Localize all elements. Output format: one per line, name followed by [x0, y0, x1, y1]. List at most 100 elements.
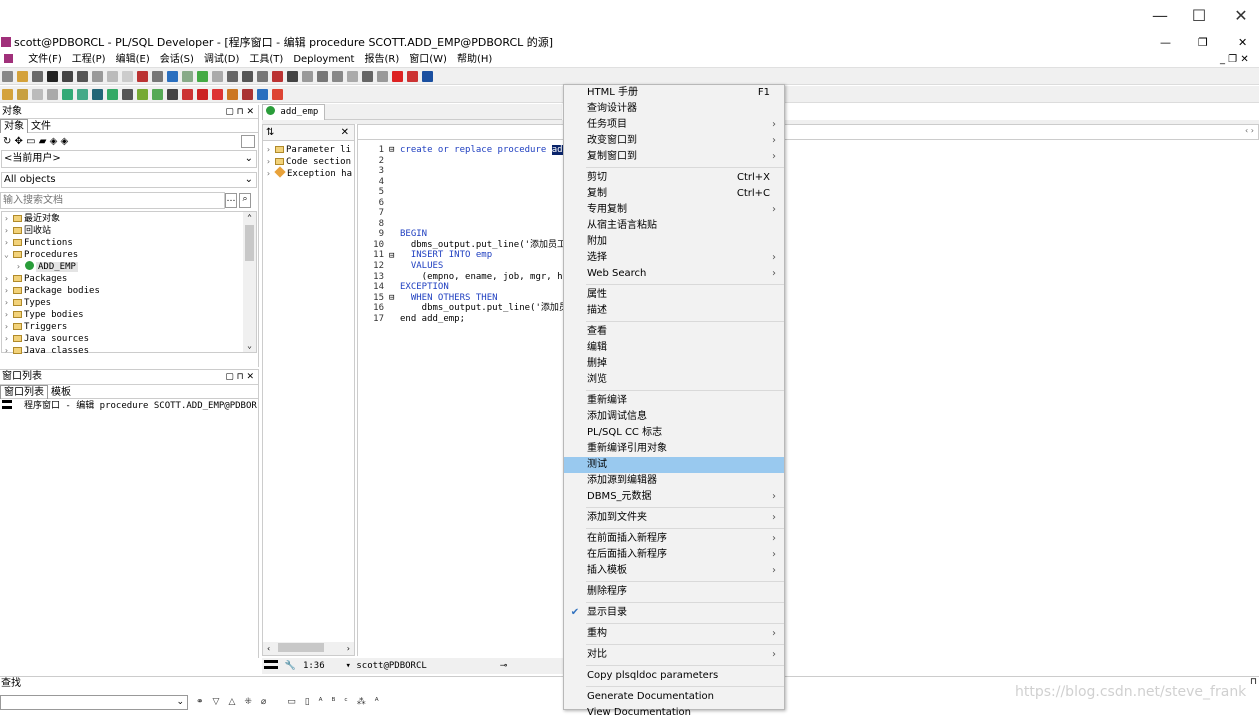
outline-item[interactable]: › Exception ha — [263, 166, 354, 180]
tree-item[interactable]: › ADD_EMP — [2, 261, 256, 273]
toolbar-button-icon[interactable] — [272, 71, 283, 82]
scrollbar-thumb[interactable] — [245, 225, 254, 261]
toolbar-button-icon[interactable] — [77, 89, 88, 100]
chevron-right-icon[interactable]: › — [266, 144, 274, 156]
toolbar-button-icon[interactable] — [167, 71, 178, 82]
tab-templates[interactable]: 模板 — [48, 386, 74, 399]
chevron-right-icon[interactable]: › — [4, 321, 12, 333]
toolbar-button-icon[interactable] — [17, 71, 28, 82]
context-menu-item[interactable]: 查看 — [564, 324, 784, 340]
context-menu-item[interactable]: ✔ 显示目录 — [564, 605, 784, 621]
toolbar-button-icon[interactable] — [167, 89, 178, 100]
toolbar-button-icon[interactable] — [17, 89, 28, 100]
mdi-minimize-icon[interactable]: — — [1160, 34, 1171, 52]
toolbar-button-icon[interactable] — [182, 71, 193, 82]
toolbar-button-icon[interactable] — [32, 71, 43, 82]
outline-hscrollbar[interactable]: ‹ › — [263, 642, 354, 655]
context-menu-item[interactable]: 编辑 — [564, 340, 784, 356]
chevron-right-icon[interactable]: › — [4, 225, 12, 237]
menu-item[interactable]: 工具(T) — [244, 52, 288, 68]
sort-icon[interactable]: ⇅ — [266, 127, 274, 138]
context-menu-item[interactable]: Copy plsqldoc parameters — [564, 668, 784, 684]
toolbar-button-icon[interactable] — [302, 71, 313, 82]
window-list-item[interactable]: 程序窗口 - 编辑 procedure SCOTT.ADD_EMP@PDBOR — [0, 399, 258, 413]
context-menu-item[interactable]: 在前面插入新程序 › — [564, 531, 784, 547]
find-toolbar[interactable]: ⚭▽△⁜⌀ ▭▯ᴬᴮᶜ⁂ᴬ — [196, 697, 388, 707]
tree-item[interactable]: › Type bodies — [2, 309, 256, 321]
toolbar-button-icon[interactable] — [152, 89, 163, 100]
toolbar-button-icon[interactable] — [212, 71, 223, 82]
toolbar-button-icon[interactable] — [392, 71, 403, 82]
menu-item[interactable]: 调试(D) — [199, 52, 245, 68]
menu-item[interactable]: Deployment — [288, 52, 359, 68]
search-input[interactable] — [0, 192, 225, 209]
chevron-right-icon[interactable]: › — [4, 309, 12, 321]
toolbar-button-icon[interactable] — [32, 89, 43, 100]
context-menu-item[interactable]: 复制窗口到 › — [564, 149, 784, 165]
context-menu-item[interactable]: HTML 手册 F1 — [564, 85, 784, 101]
context-menu-item[interactable]: 测试 — [564, 457, 784, 473]
tree-item[interactable]: › Java sources — [2, 333, 256, 345]
tree-item[interactable]: ⌄ Procedures — [2, 249, 256, 261]
chevron-down-icon[interactable]: ⌄ — [4, 249, 12, 261]
toolbar-button-icon[interactable] — [287, 71, 298, 82]
chevron-right-icon[interactable]: › — [266, 156, 274, 168]
outline-item[interactable]: › Parameter li — [263, 144, 354, 156]
context-menu-item[interactable]: 删除程序 — [564, 584, 784, 600]
context-menu-item[interactable]: Generate Documentation — [564, 689, 784, 705]
menu-item[interactable]: 报告(R) — [359, 52, 404, 68]
context-menu-item[interactable]: 重新编译 — [564, 393, 784, 409]
toolbar-button-icon[interactable] — [257, 89, 268, 100]
tab-window-list[interactable]: 窗口列表 — [0, 385, 48, 399]
context-menu-item[interactable]: 选择 › — [564, 250, 784, 266]
outline-item[interactable]: › Code section — [263, 156, 354, 168]
toolbar-button-icon[interactable] — [347, 71, 358, 82]
toolbar-button-icon[interactable] — [2, 71, 13, 82]
context-menu-item[interactable]: 添加到文件夹 › — [564, 510, 784, 526]
context-menu-item[interactable]: PL/SQL CC 标志 — [564, 425, 784, 441]
toolbar-button-icon[interactable] — [317, 71, 328, 82]
toolbar-button-icon[interactable] — [62, 71, 73, 82]
context-menu-item[interactable]: 删掉 — [564, 356, 784, 372]
context-menu-item[interactable]: Web Search › — [564, 266, 784, 282]
tree-item[interactable]: › Triggers — [2, 321, 256, 333]
context-menu-item[interactable]: 对比 › — [564, 647, 784, 663]
menu-item[interactable]: 工程(P) — [67, 52, 111, 68]
chevron-right-icon[interactable]: › — [16, 261, 24, 273]
toolbar-button-icon[interactable] — [122, 89, 133, 100]
object-type-select[interactable]: All objects ⌄ — [1, 172, 257, 188]
menu-item[interactable]: 会话(S) — [155, 52, 199, 68]
toolbar-button-icon[interactable] — [242, 71, 253, 82]
tree-item[interactable]: › Packages — [2, 273, 256, 285]
tree-item[interactable]: › Package bodies — [2, 285, 256, 297]
tree-item[interactable]: › 回收站 — [2, 225, 256, 237]
context-menu-item[interactable]: 属性 — [564, 287, 784, 303]
chevron-right-icon[interactable]: › — [4, 345, 12, 357]
close-icon[interactable]: ✕ — [341, 125, 349, 140]
context-menu-item[interactable]: 剪切 Ctrl+X — [564, 170, 784, 186]
menu-item[interactable]: 窗口(W) — [404, 52, 452, 68]
toolbar-button-icon[interactable] — [62, 89, 73, 100]
chevron-right-icon[interactable]: › — [4, 273, 12, 285]
toolbar-button-icon[interactable] — [212, 89, 223, 100]
toolbar-button-icon[interactable] — [122, 71, 133, 82]
tab-objects[interactable]: 对象 — [0, 119, 28, 133]
toolbar-button-icon[interactable] — [77, 71, 88, 82]
chevron-right-icon[interactable]: › — [4, 333, 12, 345]
context-menu-item[interactable]: 重构 › — [564, 626, 784, 642]
toolbar-button-icon[interactable] — [47, 71, 58, 82]
toolbar-button-icon[interactable] — [137, 89, 148, 100]
context-menu-item[interactable]: 描述 — [564, 303, 784, 319]
mdi-close-icon[interactable]: ✕ — [1238, 34, 1247, 52]
search-more-button[interactable]: … — [225, 193, 237, 208]
find-pin[interactable]: ⊓ — [1250, 677, 1257, 687]
tab-add-emp[interactable]: add_emp — [262, 104, 326, 120]
toolbar-button-icon[interactable] — [92, 71, 103, 82]
tree-scrollbar[interactable]: ⌃ ⌄ — [243, 212, 256, 352]
chevron-right-icon[interactable]: › — [4, 285, 12, 297]
context-menu-item[interactable]: 在后面插入新程序 › — [564, 547, 784, 563]
menubar-window-controls[interactable]: _ ❐ ✕ — [1220, 52, 1249, 68]
menu-item[interactable]: 帮助(H) — [452, 52, 497, 68]
fold-icon[interactable]: ⊟ — [389, 251, 394, 261]
context-menu-item[interactable]: 附加 — [564, 234, 784, 250]
